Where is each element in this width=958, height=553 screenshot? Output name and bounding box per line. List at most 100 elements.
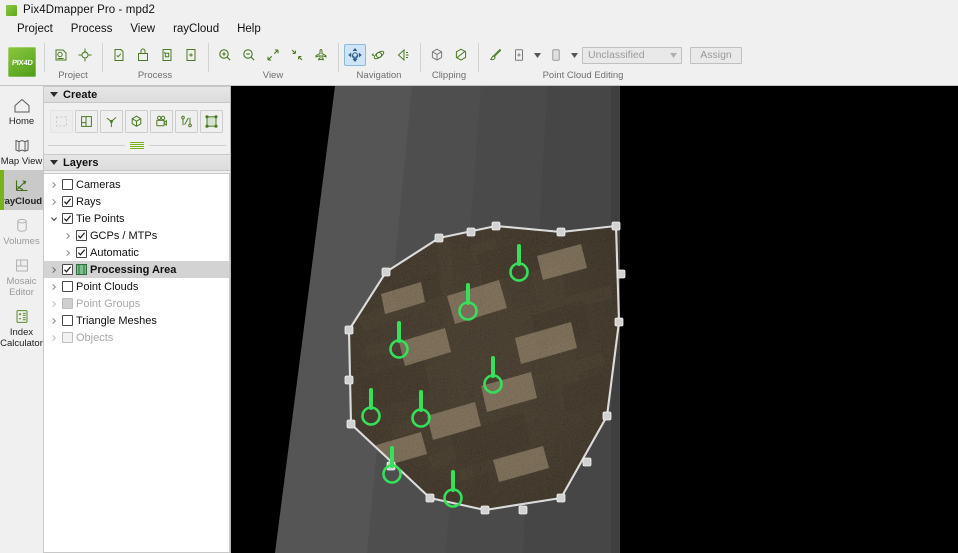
window-title: Pix4Dmapper Pro - mpd2 bbox=[23, 4, 155, 16]
layers-panel-header[interactable]: Layers bbox=[44, 154, 230, 171]
ribbon-group-view-label: View bbox=[262, 70, 284, 81]
clipping-box-icon[interactable] bbox=[426, 44, 448, 66]
expand-chevron-icon[interactable] bbox=[48, 179, 59, 190]
clipping-plane-icon[interactable] bbox=[450, 44, 472, 66]
layer-checkbox-automatic[interactable] bbox=[76, 247, 87, 258]
create-scale-constraint-icon[interactable] bbox=[175, 110, 198, 133]
menu-process[interactable]: Process bbox=[62, 21, 122, 38]
ribbon-group-process-label: Process bbox=[137, 70, 173, 81]
layer-row-gcps-mtps[interactable]: GCPs / MTPs bbox=[44, 227, 229, 244]
sidebar-item-map-view-label: Map View bbox=[0, 156, 43, 167]
fly-through-icon[interactable] bbox=[310, 44, 332, 66]
layer-row-processing-area[interactable]: Processing Area bbox=[44, 261, 229, 278]
sidebar-item-index-calculator-label: Index bbox=[9, 327, 34, 338]
expand-chevron-icon[interactable] bbox=[48, 315, 59, 326]
selection-shape-dropdown-caret[interactable] bbox=[569, 45, 580, 65]
expand-chevron-icon[interactable] bbox=[48, 332, 59, 343]
selection-shape-icon[interactable] bbox=[545, 44, 567, 66]
layer-row-objects[interactable]: Objects bbox=[44, 329, 229, 346]
ribbon-group-project: Project bbox=[44, 39, 102, 85]
layer-checkbox-point-groups bbox=[62, 298, 73, 309]
add-to-selection-icon[interactable] bbox=[508, 44, 530, 66]
create-selection-icon[interactable] bbox=[50, 110, 73, 133]
layer-label-point-clouds: Point Clouds bbox=[76, 280, 139, 293]
layer-checkbox-triangle-meshes[interactable] bbox=[62, 315, 73, 326]
layer-checkbox-gcps-mtps[interactable] bbox=[76, 230, 87, 241]
layers-panel-collapse-icon bbox=[50, 160, 58, 165]
sidebar-item-raycloud[interactable]: rayCloud bbox=[0, 170, 43, 210]
project-properties-icon[interactable] bbox=[74, 44, 96, 66]
layer-row-point-clouds[interactable]: Point Clouds bbox=[44, 278, 229, 295]
splitter-grip-icon bbox=[130, 142, 144, 149]
classification-combo-caret bbox=[670, 52, 677, 58]
expand-chevron-icon[interactable] bbox=[48, 264, 59, 275]
rotate-navigation-icon[interactable] bbox=[368, 44, 390, 66]
raycloud-3d-viewport[interactable] bbox=[231, 86, 958, 553]
new-project-icon[interactable] bbox=[50, 44, 72, 66]
zoom-out-icon[interactable] bbox=[238, 44, 260, 66]
layer-checkbox-tie-points[interactable] bbox=[62, 213, 73, 224]
layer-row-triangle-meshes[interactable]: Triangle Meshes bbox=[44, 312, 229, 329]
menu-help[interactable]: Help bbox=[228, 21, 270, 38]
layers-tree: Cameras Rays Tie Points GCPs / MTPs Auto… bbox=[44, 173, 230, 553]
panel-splitter[interactable] bbox=[44, 137, 230, 154]
sidebar-item-home[interactable]: Home bbox=[0, 90, 43, 130]
layer-checkbox-cameras[interactable] bbox=[62, 179, 73, 190]
menu-view[interactable]: View bbox=[121, 21, 164, 38]
create-polyline-icon[interactable] bbox=[100, 110, 123, 133]
create-panel-title: Create bbox=[63, 88, 98, 101]
view-mode-rail: Home Map View rayCloud Volumes Mosaic Ed… bbox=[0, 86, 44, 553]
collapse-chevron-icon[interactable] bbox=[48, 213, 59, 224]
processing-options-icon[interactable] bbox=[108, 44, 130, 66]
add-to-selection-dropdown-caret[interactable] bbox=[532, 45, 543, 65]
layers-panel-title: Layers bbox=[63, 156, 99, 169]
brush-tool-icon[interactable] bbox=[484, 44, 506, 66]
expand-chevron-icon[interactable] bbox=[48, 196, 59, 207]
expand-chevron-icon[interactable] bbox=[48, 298, 59, 309]
pix4d-logo: PIX4D bbox=[0, 39, 44, 85]
home-icon bbox=[0, 94, 43, 116]
sidebar-item-index-calculator[interactable]: Index Calculator bbox=[0, 301, 43, 352]
layer-checkbox-processing-area[interactable] bbox=[62, 264, 73, 275]
index-calculator-icon bbox=[0, 305, 43, 327]
orbit-navigation-icon[interactable] bbox=[344, 44, 366, 66]
create-object-icon[interactable] bbox=[125, 110, 148, 133]
reoptimize-icon[interactable] bbox=[156, 44, 178, 66]
classification-combo[interactable]: Unclassified bbox=[582, 46, 682, 64]
expand-chevron-icon[interactable] bbox=[48, 281, 59, 292]
layer-checkbox-rays[interactable] bbox=[62, 196, 73, 207]
zoom-in-icon[interactable] bbox=[214, 44, 236, 66]
sidebar-item-mosaic-editor[interactable]: Mosaic Editor bbox=[0, 250, 43, 301]
layer-label-tie-points: Tie Points bbox=[76, 212, 125, 225]
create-video-animation-icon[interactable] bbox=[150, 110, 173, 133]
sidebar-item-volumes[interactable]: Volumes bbox=[0, 210, 43, 250]
layer-row-point-groups[interactable]: Point Groups bbox=[44, 295, 229, 312]
zoom-selection-icon[interactable] bbox=[286, 44, 308, 66]
create-orthoplane-icon[interactable] bbox=[75, 110, 98, 133]
create-panel-header[interactable]: Create bbox=[44, 86, 230, 103]
raycloud-scene bbox=[231, 86, 958, 553]
layer-row-automatic[interactable]: Automatic bbox=[44, 244, 229, 261]
first-person-navigation-icon[interactable] bbox=[392, 44, 414, 66]
layer-row-tie-points[interactable]: Tie Points bbox=[44, 210, 229, 227]
zoom-extents-icon[interactable] bbox=[262, 44, 284, 66]
main-body: Home Map View rayCloud Volumes Mosaic Ed… bbox=[0, 86, 958, 553]
layer-label-gcps-mtps: GCPs / MTPs bbox=[90, 229, 158, 242]
sidebar-item-map-view[interactable]: Map View bbox=[0, 130, 43, 170]
local-processing-icon[interactable] bbox=[132, 44, 154, 66]
layer-checkbox-point-clouds[interactable] bbox=[62, 281, 73, 292]
layer-row-rays[interactable]: Rays bbox=[44, 193, 229, 210]
expand-chevron-icon[interactable] bbox=[62, 247, 73, 258]
create-processing-area-icon[interactable] bbox=[200, 110, 223, 133]
ribbon-group-view: View bbox=[208, 39, 338, 85]
sidebar-item-volumes-label: Volumes bbox=[3, 236, 40, 247]
layer-row-cameras[interactable]: Cameras bbox=[44, 176, 229, 193]
assign-button[interactable]: Assign bbox=[690, 46, 742, 64]
menu-project[interactable]: Project bbox=[8, 21, 62, 38]
rematch-and-optimize-icon[interactable] bbox=[180, 44, 202, 66]
menu-raycloud[interactable]: rayCloud bbox=[164, 21, 228, 38]
logo-text: PIX4D bbox=[11, 57, 33, 67]
expand-chevron-icon[interactable] bbox=[62, 230, 73, 241]
left-dock-panel: Create Layers Cameras Rays Tie Points GC… bbox=[44, 86, 231, 553]
layer-label-triangle-meshes: Triangle Meshes bbox=[76, 314, 157, 327]
